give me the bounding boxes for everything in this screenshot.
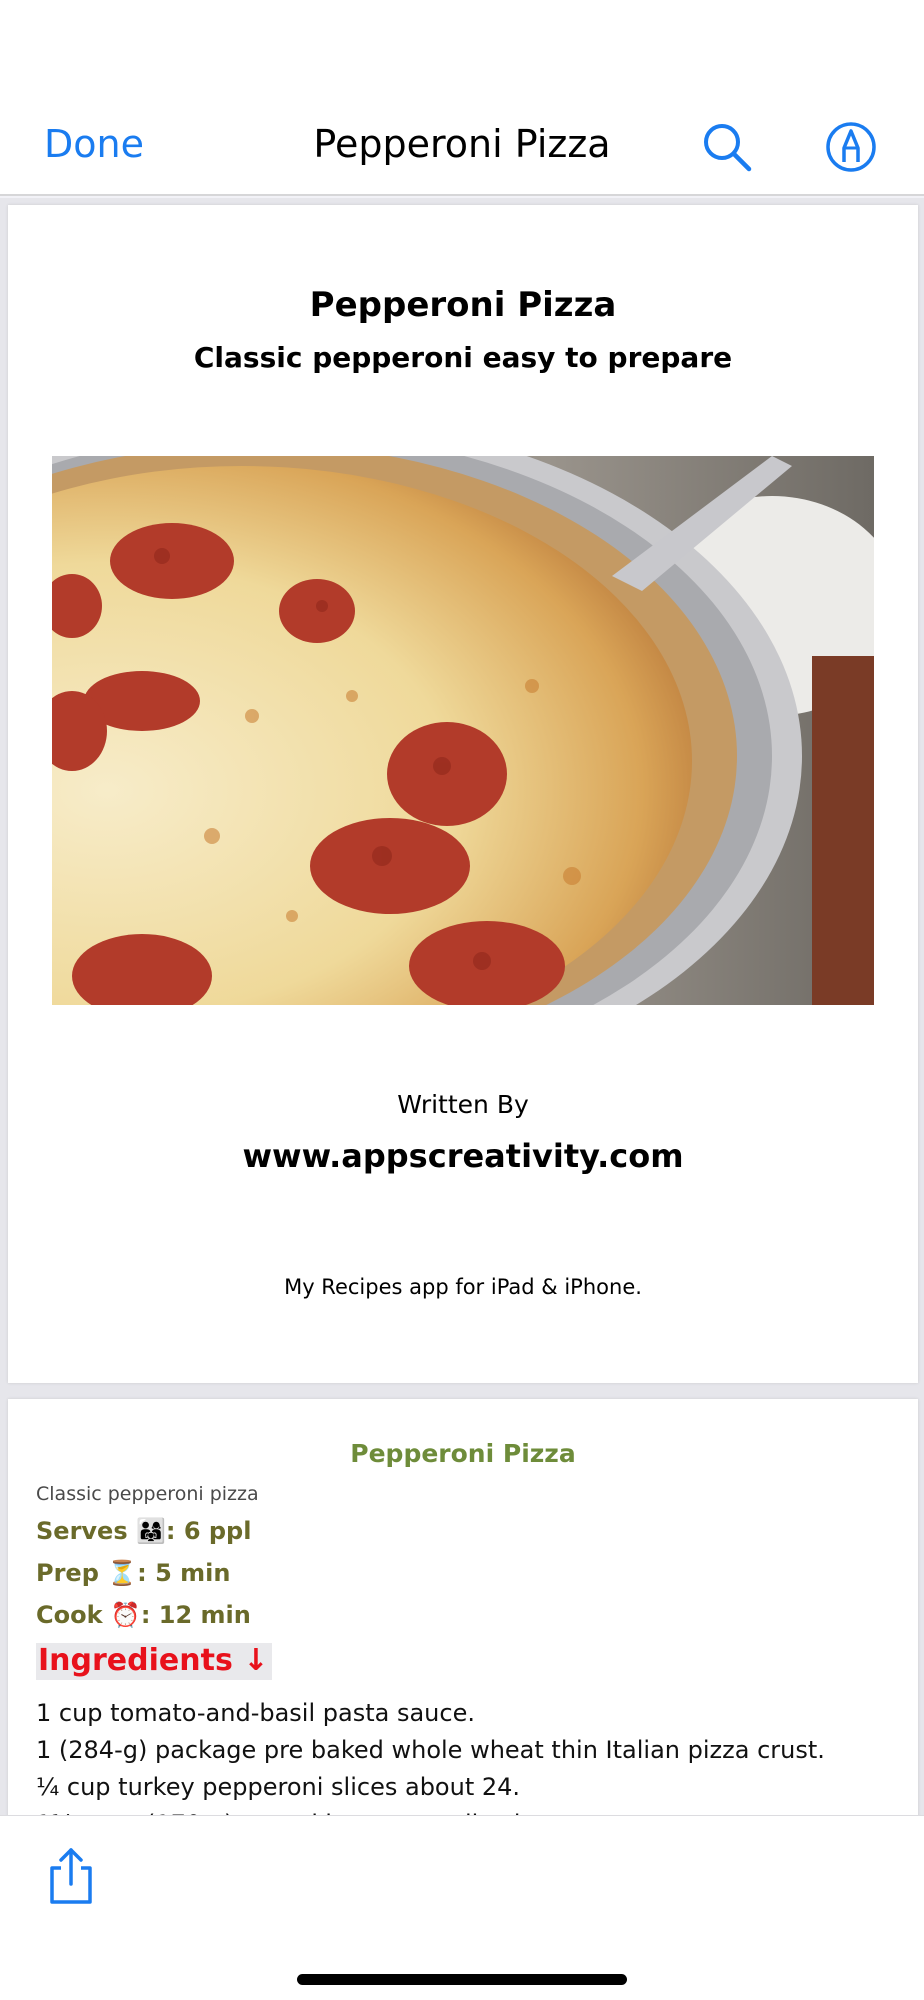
serves-label: Serves — [36, 1517, 128, 1545]
author-website: www.appscreativity.com — [242, 1137, 684, 1175]
cook-row: Cook ⏰: 12 min — [36, 1601, 251, 1629]
cook-value: : 12 min — [140, 1601, 251, 1629]
share-button[interactable] — [44, 1846, 98, 1906]
document-page-2: Pepperoni Pizza Classic pepperoni pizza … — [8, 1399, 918, 1819]
share-icon — [50, 1848, 92, 1904]
search-button[interactable] — [700, 120, 754, 174]
serves-row: Serves 👨‍👩‍👧: 6 ppl — [36, 1517, 251, 1545]
markup-pen-icon — [826, 122, 876, 172]
markup-button[interactable] — [824, 120, 878, 174]
home-indicator[interactable] — [297, 1974, 627, 1985]
recipe-title: Pepperoni Pizza — [309, 285, 617, 325]
hourglass-icon: ⏳ — [107, 1559, 138, 1587]
family-emoji-icon: 👨‍👩‍👧 — [135, 1517, 166, 1545]
search-icon — [704, 124, 752, 172]
status-bar-area — [0, 0, 924, 100]
ingredients-heading: Ingredients ↓ — [36, 1643, 273, 1680]
serves-value: : 6 ppl — [165, 1517, 252, 1545]
document-page-1: Pepperoni Pizza Classic pepperoni easy t… — [8, 205, 918, 1383]
cook-label: Cook — [36, 1601, 103, 1629]
ingredient-item: 1 cup tomato-and-basil pasta sauce. — [36, 1699, 475, 1727]
pizza-photo — [52, 456, 874, 1005]
ingredient-item: 1 (284-g) package pre baked whole wheat … — [36, 1736, 825, 1764]
ingredient-item: ¼ cup turkey pepperoni slices about 24. — [36, 1773, 521, 1801]
nav-title: Pepperoni Pizza — [313, 122, 611, 166]
navigation-bar: Done Pepperoni Pizza — [0, 100, 924, 196]
app-tagline: My Recipes app for iPad & iPhone. — [284, 1275, 642, 1299]
done-button[interactable]: Done — [44, 122, 144, 166]
alarm-clock-icon: ⏰ — [110, 1601, 141, 1629]
ingredients-list: 1 cup tomato-and-basil pasta sauce. 1 (2… — [36, 1695, 825, 1819]
recipe-card-title: Pepperoni Pizza — [350, 1439, 576, 1468]
recipe-subtitle: Classic pepperoni easy to prepare — [193, 341, 733, 374]
recipe-description: Classic pepperoni pizza — [36, 1483, 259, 1505]
prep-label: Prep — [36, 1559, 99, 1587]
written-by-label: Written By — [397, 1090, 529, 1119]
bottom-toolbar — [0, 1815, 924, 2000]
prep-row: Prep ⏳: 5 min — [36, 1559, 230, 1587]
prep-value: : 5 min — [137, 1559, 231, 1587]
pizza-photo-image — [52, 456, 874, 1005]
